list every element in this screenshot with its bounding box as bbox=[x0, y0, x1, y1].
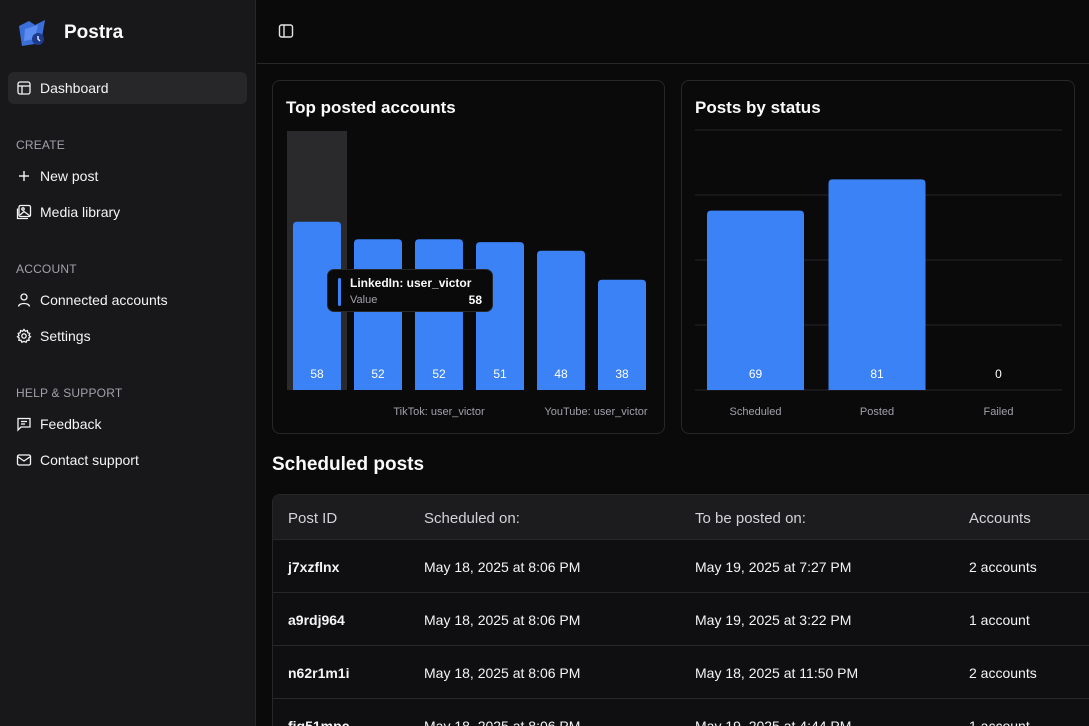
images-icon bbox=[16, 204, 32, 220]
post-id-cell: n62r1m1i bbox=[288, 665, 350, 681]
scheduled-on-cell: May 18, 2025 at 8:06 PM bbox=[424, 665, 581, 681]
sidebar-item-label: Settings bbox=[40, 328, 91, 344]
sidebar-item-new-post[interactable]: New post bbox=[8, 160, 247, 192]
sidebar-item-label: Connected accounts bbox=[40, 292, 168, 308]
top-bar bbox=[257, 0, 1089, 64]
sidebar-item-label: Contact support bbox=[40, 452, 139, 468]
posted-on-cell: May 19, 2025 at 3:22 PM bbox=[695, 612, 852, 628]
sidebar-item-connected-accounts[interactable]: Connected accounts bbox=[8, 284, 247, 316]
sidebar-item-label: Media library bbox=[40, 204, 121, 220]
sidebar: Postra Dashboard CREATE New post Media l… bbox=[0, 0, 256, 726]
tooltip-swatch bbox=[338, 278, 341, 306]
tooltip-title: LinkedIn: user_victor bbox=[350, 276, 472, 290]
accounts-cell: 2 accounts bbox=[969, 559, 1037, 575]
app-name: Postra bbox=[64, 22, 124, 43]
posted-on-cell: May 19, 2025 at 4:44 PM bbox=[695, 718, 852, 726]
scheduled-posts-table: Post ID Scheduled on: To be posted on: A… bbox=[272, 494, 1089, 726]
x-tick-label: YouTube: user_victor bbox=[544, 406, 647, 418]
section-label-create: CREATE bbox=[16, 138, 65, 152]
posts-by-status-card: Posts by status 69 81 0 Scheduled Posted Fail… bbox=[681, 80, 1075, 434]
posts-by-status-chart: 69 81 0 Scheduled Posted Failed bbox=[695, 129, 1062, 418]
bar-value-label: 52 bbox=[371, 367, 385, 381]
scheduled-on-cell: May 18, 2025 at 8:06 PM bbox=[424, 559, 581, 575]
postra-logo-icon bbox=[16, 17, 48, 49]
chart-bar[interactable] bbox=[828, 179, 926, 390]
bar-value-label: 69 bbox=[749, 367, 763, 381]
accounts-cell: 1 account bbox=[969, 612, 1030, 628]
table-header: Post ID Scheduled on: To be posted on: A… bbox=[273, 495, 1089, 540]
post-id-cell: fig51mpc bbox=[288, 718, 350, 726]
post-id-cell: a9rdj964 bbox=[288, 612, 345, 628]
post-id-cell: j7xzflnx bbox=[288, 559, 340, 575]
sidebar-item-settings[interactable]: Settings bbox=[8, 320, 247, 352]
sidebar-item-feedback[interactable]: Feedback bbox=[8, 408, 247, 440]
user-icon bbox=[16, 292, 32, 308]
x-tick-label: Scheduled bbox=[730, 406, 782, 418]
bar-value-label: 52 bbox=[432, 367, 446, 381]
sidebar-item-media-library[interactable]: Media library bbox=[8, 196, 247, 228]
sidebar-item-label: Feedback bbox=[40, 416, 102, 432]
x-tick-label: TikTok: user_victor bbox=[393, 406, 485, 418]
column-header-post-id[interactable]: Post ID bbox=[288, 510, 337, 527]
sidebar-toggle-icon[interactable] bbox=[277, 22, 295, 40]
x-tick-label: Posted bbox=[860, 406, 894, 418]
bar-value-label: 51 bbox=[493, 367, 507, 381]
column-header-accounts[interactable]: Accounts bbox=[969, 510, 1031, 527]
plus-icon bbox=[16, 168, 32, 184]
table-row[interactable]: n62r1m1i May 18, 2025 at 8:06 PM May 18,… bbox=[273, 646, 1089, 699]
bar-value-label: 0 bbox=[995, 367, 1002, 381]
chart-tooltip: LinkedIn: user_victor Value 58 bbox=[327, 269, 493, 312]
message-square-icon bbox=[16, 416, 32, 432]
gear-icon bbox=[16, 328, 32, 344]
section-label-account: ACCOUNT bbox=[16, 262, 77, 276]
sidebar-item-label: Dashboard bbox=[40, 80, 109, 96]
accounts-cell: 2 accounts bbox=[969, 665, 1037, 681]
column-header-scheduled-on[interactable]: Scheduled on: bbox=[424, 510, 520, 527]
table-row[interactable]: a9rdj964 May 18, 2025 at 8:06 PM May 19,… bbox=[273, 593, 1089, 646]
posted-on-cell: May 19, 2025 at 7:27 PM bbox=[695, 559, 852, 575]
sidebar-item-label: New post bbox=[40, 168, 99, 184]
scheduled-on-cell: May 18, 2025 at 8:06 PM bbox=[424, 718, 581, 726]
bar-value-label: 58 bbox=[310, 367, 324, 381]
mail-icon bbox=[16, 452, 32, 468]
accounts-cell: 1 account bbox=[969, 718, 1030, 726]
tooltip-value: 58 bbox=[468, 293, 482, 307]
bar-value-label: 48 bbox=[554, 367, 568, 381]
chart-bar[interactable] bbox=[707, 210, 804, 390]
column-header-to-be-posted-on[interactable]: To be posted on: bbox=[695, 510, 806, 527]
scheduled-posts-title: Scheduled posts bbox=[272, 454, 425, 475]
brand[interactable]: Postra bbox=[16, 16, 123, 50]
section-label-help: HELP & SUPPORT bbox=[16, 386, 123, 400]
scheduled-on-cell: May 18, 2025 at 8:06 PM bbox=[424, 612, 581, 628]
bar-value-label: 81 bbox=[870, 367, 884, 381]
layout-icon bbox=[16, 80, 32, 96]
top-accounts-card: Top posted accounts 58 52 52 51 48 38 TikTok: … bbox=[272, 80, 665, 434]
tooltip-key: Value bbox=[350, 294, 378, 306]
top-accounts-chart: 58 52 52 51 48 38 TikTok: user_victor YouTube: … bbox=[287, 131, 648, 418]
table-row[interactable]: fig51mpc May 18, 2025 at 8:06 PM May 19,… bbox=[273, 699, 1089, 726]
x-tick-label: Failed bbox=[984, 406, 1014, 418]
posted-on-cell: May 18, 2025 at 11:50 PM bbox=[695, 665, 859, 681]
table-row[interactable]: j7xzflnx May 18, 2025 at 8:06 PM May 19,… bbox=[273, 540, 1089, 593]
sidebar-item-contact-support[interactable]: Contact support bbox=[8, 444, 247, 476]
sidebar-item-dashboard[interactable]: Dashboard bbox=[8, 72, 247, 104]
bar-value-label: 38 bbox=[615, 367, 629, 381]
